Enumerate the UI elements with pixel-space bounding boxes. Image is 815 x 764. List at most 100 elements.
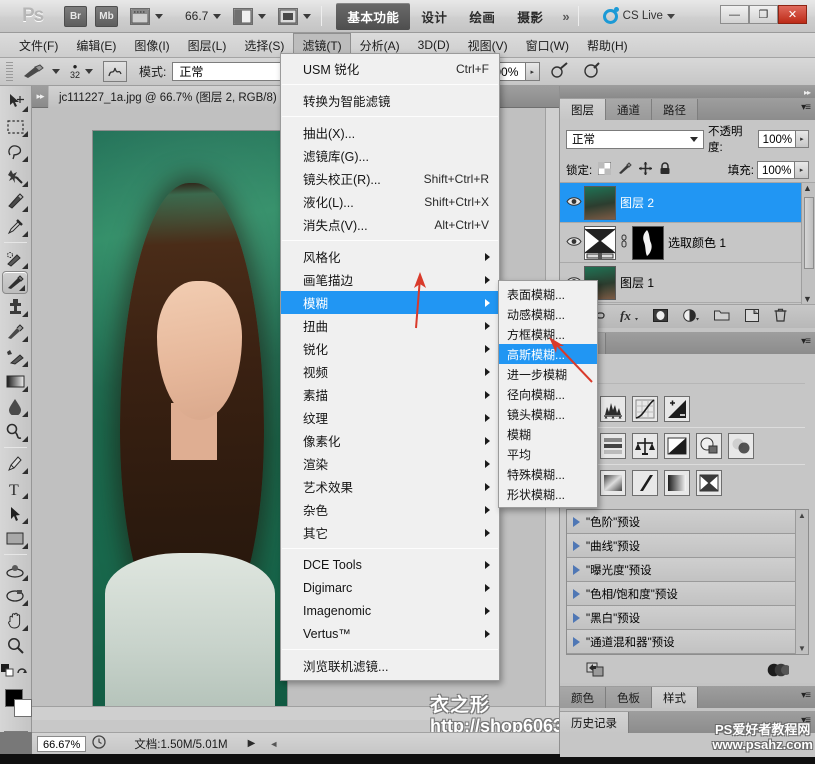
layer-visibility-icon-0[interactable] bbox=[564, 196, 584, 210]
layer-opacity-spinner[interactable]: ▸ bbox=[795, 130, 809, 148]
healing-brush-tool[interactable] bbox=[0, 246, 30, 271]
menu-item-liquify[interactable]: 液化(L)... Shift+Ctrl+X bbox=[281, 190, 499, 213]
status-menu-icon[interactable]: ▶ bbox=[248, 738, 256, 749]
menu-item-other[interactable]: 其它 bbox=[281, 521, 499, 544]
menu-item-dce-tools[interactable]: DCE Tools bbox=[281, 553, 499, 576]
document-image[interactable] bbox=[92, 130, 288, 710]
toggle-brush-panel-icon[interactable] bbox=[103, 61, 128, 82]
adjustment-presets-list[interactable]: "色阶"预设 "曲线"预设 "曝光度"预设 "色相/饱和度"预设 "黑白"预设 … bbox=[566, 509, 809, 655]
lock-image-icon[interactable] bbox=[618, 162, 632, 178]
marquee-tool[interactable] bbox=[0, 114, 30, 139]
menu-item-noise[interactable]: 杂色 bbox=[281, 498, 499, 521]
layer-row-2[interactable]: 图层 1 bbox=[560, 263, 815, 303]
mini-bridge-button[interactable]: Mb bbox=[95, 5, 118, 27]
preset-item-2[interactable]: "曝光度"预设 bbox=[567, 558, 808, 582]
tab-channels[interactable]: 通道 bbox=[606, 99, 652, 120]
submenu-item-motion-blur[interactable]: 动感模糊... bbox=[499, 304, 597, 324]
curves-icon[interactable] bbox=[632, 396, 658, 422]
clone-stamp-tool[interactable] bbox=[0, 294, 30, 319]
add-layer-mask-icon[interactable] bbox=[653, 308, 668, 325]
layers-list[interactable]: 图层 2 选取颜色 1 图层 1 ▲ ▼ bbox=[560, 182, 815, 304]
tab-scroll-icon[interactable]: ▸▸ bbox=[32, 91, 48, 102]
status-zoom-value[interactable]: 66.67% bbox=[37, 735, 87, 752]
preset-item-3[interactable]: "色相/饱和度"预设 bbox=[567, 582, 808, 606]
panel-collapse-handle[interactable]: ▸▸ bbox=[560, 86, 815, 98]
selective-color-icon[interactable] bbox=[696, 470, 722, 496]
crop-tool[interactable] bbox=[0, 189, 30, 214]
eraser-tool[interactable] bbox=[0, 344, 30, 369]
menu-item-artistic[interactable]: 艺术效果 bbox=[281, 475, 499, 498]
tab-paths[interactable]: 路径 bbox=[652, 99, 698, 120]
brush-size-indicator[interactable]: • 32 bbox=[70, 60, 80, 80]
background-color-swatch[interactable] bbox=[14, 699, 32, 717]
workspace-painting[interactable]: 绘画 bbox=[458, 3, 506, 30]
menu-item-vanishing-point[interactable]: 消失点(V)... Alt+Ctrl+V bbox=[281, 213, 499, 236]
submenu-item-lens-blur[interactable]: 镜头模糊... bbox=[499, 404, 597, 424]
history-panel-menu-icon[interactable]: ▾≡ bbox=[801, 715, 811, 726]
menu-edit[interactable]: 编辑(E) bbox=[67, 33, 125, 58]
menu-help[interactable]: 帮助(H) bbox=[578, 33, 637, 58]
filter-menu-dropdown[interactable]: USM 锐化 Ctrl+F 转换为智能滤镜 抽出(X)... 滤镜库(G)...… bbox=[280, 53, 500, 681]
menu-item-extract[interactable]: 抽出(X)... bbox=[281, 121, 499, 144]
move-tool[interactable] bbox=[0, 89, 30, 114]
delete-layer-icon[interactable] bbox=[774, 308, 787, 325]
layer-visibility-icon-1[interactable] bbox=[564, 236, 584, 250]
workspace-essentials[interactable]: 基本功能 bbox=[336, 2, 411, 30]
submenu-item-box-blur[interactable]: 方框模糊... bbox=[499, 324, 597, 344]
airbrush-icon[interactable] bbox=[550, 61, 570, 82]
return-to-adjustment-list-icon[interactable] bbox=[586, 662, 604, 680]
dodge-tool[interactable] bbox=[0, 419, 30, 444]
opacity-spinner[interactable]: ▸ bbox=[525, 62, 540, 81]
workspace-photography[interactable]: 摄影 bbox=[506, 3, 554, 30]
layer-row-1[interactable]: 选取颜色 1 bbox=[560, 223, 815, 263]
new-layer-icon[interactable] bbox=[745, 308, 759, 325]
minimize-button[interactable]: — bbox=[720, 5, 749, 24]
color-swatches[interactable] bbox=[0, 687, 32, 727]
submenu-item-surface-blur[interactable]: 表面模糊... bbox=[499, 284, 597, 304]
channel-mixer-icon[interactable] bbox=[728, 433, 754, 459]
menu-layer[interactable]: 图层(L) bbox=[179, 33, 236, 58]
3d-rotate-tool[interactable] bbox=[0, 558, 30, 583]
menu-item-blur[interactable]: 模糊 bbox=[281, 291, 499, 314]
layer-link-icon-1[interactable] bbox=[620, 234, 628, 251]
layer-opacity-value[interactable]: 100% bbox=[757, 130, 796, 148]
new-group-icon[interactable] bbox=[714, 309, 730, 324]
pen-tool[interactable] bbox=[0, 451, 30, 476]
type-tool[interactable]: T bbox=[0, 476, 30, 501]
menu-item-sketch[interactable]: 素描 bbox=[281, 383, 499, 406]
menu-item-stylize[interactable]: 风格化 bbox=[281, 245, 499, 268]
brush-preset-chevron-down-icon[interactable] bbox=[52, 69, 60, 74]
menu-item-vertus[interactable]: Vertus™ bbox=[281, 622, 499, 645]
presets-scrollbar[interactable]: ▲ ▼ bbox=[795, 510, 808, 654]
pressure-icon[interactable] bbox=[582, 61, 602, 82]
submenu-item-blur[interactable]: 模糊 bbox=[499, 424, 597, 444]
cs-live-button[interactable]: CS Live bbox=[602, 6, 675, 24]
menu-item-texture[interactable]: 纹理 bbox=[281, 406, 499, 429]
gradient-tool[interactable] bbox=[0, 369, 30, 394]
exposure-icon[interactable] bbox=[664, 396, 690, 422]
hue-saturation-icon[interactable] bbox=[600, 433, 626, 459]
options-bar-grip[interactable] bbox=[4, 61, 13, 82]
menu-item-sharpen[interactable]: 锐化 bbox=[281, 337, 499, 360]
layer-style-icon[interactable]: fx bbox=[620, 308, 638, 325]
shape-tool[interactable] bbox=[0, 526, 30, 551]
document-tab[interactable]: jc111227_1a.jpg @ 66.7% (图层 2, RGB/8) bbox=[48, 85, 288, 108]
submenu-item-shape-blur[interactable]: 形状模糊... bbox=[499, 484, 597, 504]
menu-item-distort[interactable]: 扭曲 bbox=[281, 314, 499, 337]
submenu-item-gaussian-blur[interactable]: 高斯模糊... bbox=[499, 344, 597, 364]
workspace-design[interactable]: 设计 bbox=[410, 3, 458, 30]
blur-tool[interactable] bbox=[0, 394, 30, 419]
status-resize-grip[interactable]: ◄ bbox=[269, 739, 278, 749]
menu-item-lens-correction[interactable]: 镜头校正(R)... Shift+Ctrl+R bbox=[281, 167, 499, 190]
color-panel-menu-icon[interactable]: ▾≡ bbox=[801, 690, 811, 701]
clip-to-layer-icon[interactable] bbox=[767, 663, 791, 680]
adjustments-panel-menu-icon[interactable]: ▾≡ bbox=[801, 336, 811, 347]
menu-item-convert-smart-filter[interactable]: 转换为智能滤镜 bbox=[281, 89, 499, 112]
history-brush-tool[interactable] bbox=[0, 319, 30, 344]
lock-all-icon[interactable] bbox=[659, 162, 671, 178]
path-selection-tool[interactable] bbox=[0, 501, 30, 526]
menu-item-imagenomic[interactable]: Imagenomic bbox=[281, 599, 499, 622]
hand-tool[interactable] bbox=[0, 608, 30, 633]
magic-wand-tool[interactable] bbox=[0, 164, 30, 189]
color-controls-row[interactable] bbox=[0, 658, 30, 683]
